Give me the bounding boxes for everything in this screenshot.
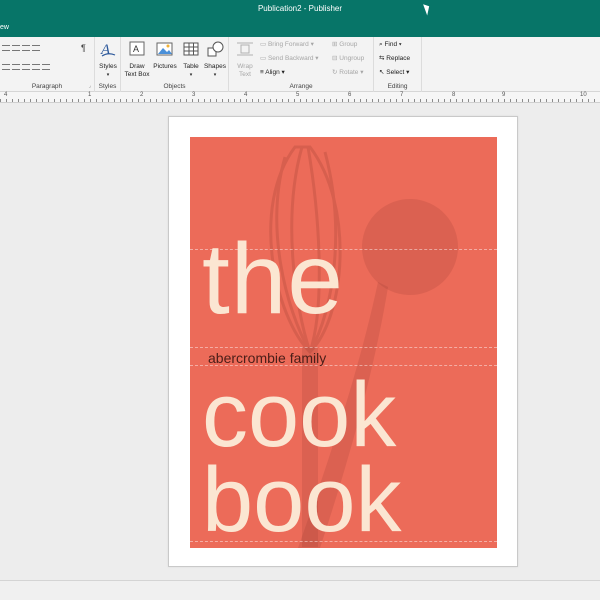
ruler-number: 10 bbox=[580, 92, 587, 98]
ruler-number: 4 bbox=[4, 92, 8, 98]
indent-buttons[interactable] bbox=[2, 45, 42, 53]
send-backward-button[interactable]: ▭ Send Backward ▾ bbox=[260, 55, 319, 63]
arrange-group: Wrap Text ▭ Bring Forward ▾ ▭ Send Backwa… bbox=[229, 37, 374, 92]
ruler-number: 9 bbox=[502, 92, 506, 98]
ribbon-tab-bar: ew bbox=[0, 20, 600, 37]
title-line-the[interactable]: the bbox=[202, 229, 344, 329]
ruler-number: 3 bbox=[192, 92, 196, 98]
wrap-text-icon bbox=[237, 42, 253, 56]
ruler-number: 6 bbox=[348, 92, 352, 98]
svg-text:A: A bbox=[100, 42, 111, 58]
layout-guide bbox=[190, 347, 497, 348]
align-button[interactable]: ≡ Align ▾ bbox=[260, 69, 285, 77]
ruler-number: 1 bbox=[88, 92, 92, 98]
table-button[interactable]: Table ▾ bbox=[180, 40, 202, 79]
title-bar: Publication2 - Publisher bbox=[0, 0, 600, 20]
ungroup-button[interactable]: ⊟ Ungroup bbox=[332, 55, 364, 63]
publication-page[interactable]: the abercrombie family cook book bbox=[168, 116, 518, 567]
editing-group-label: Editing bbox=[387, 83, 408, 90]
find-button[interactable]: ⌕ Find ▾ bbox=[379, 41, 402, 49]
styles-group-label: Styles bbox=[98, 83, 117, 90]
select-button[interactable]: ↖ Select ▾ bbox=[379, 69, 409, 77]
paragraph-group-label: Paragraph bbox=[31, 83, 63, 90]
paragraph-expand-icon[interactable]: ⌟ bbox=[89, 83, 91, 89]
status-bar bbox=[0, 580, 600, 600]
styles-group: A Styles ▾ Styles bbox=[95, 37, 121, 92]
wrap-text-button[interactable]: Wrap Text bbox=[233, 40, 257, 79]
ruler-number: 5 bbox=[296, 92, 300, 98]
editing-group: ⌕ Find ▾ ⇆ Replace ↖ Select ▾ Editing bbox=[374, 37, 422, 92]
table-icon bbox=[183, 42, 199, 56]
objects-group: A Draw Text Box Pictures Table ▾ Shapes … bbox=[121, 37, 229, 92]
draw-text-box-button[interactable]: A Draw Text Box bbox=[124, 40, 150, 79]
select-icon: ↖ bbox=[379, 69, 385, 76]
ruler-number: 4 bbox=[244, 92, 248, 98]
ruler-number: 8 bbox=[452, 92, 456, 98]
title-line-book[interactable]: book bbox=[202, 454, 402, 546]
group-button[interactable]: ⊞ Group bbox=[332, 41, 357, 49]
alignment-buttons[interactable] bbox=[2, 64, 52, 72]
rotate-button[interactable]: ↻ Rotate ▾ bbox=[332, 69, 364, 77]
bring-forward-button[interactable]: ▭ Bring Forward ▾ bbox=[260, 41, 314, 49]
ruler-number: 2 bbox=[140, 92, 144, 98]
styles-button[interactable]: A Styles ▾ bbox=[96, 40, 120, 79]
document-workspace[interactable]: the abercrombie family cook book bbox=[0, 104, 600, 580]
ribbon: ¶ Paragraph ⌟ A Styles ▾ Styles A Draw Tex… bbox=[0, 37, 600, 92]
svg-text:A: A bbox=[133, 44, 139, 54]
horizontal-ruler[interactable]: 4 1 2 3 4 5 6 7 8 9 10 bbox=[0, 92, 600, 103]
window-title: Publication2 - Publisher bbox=[257, 4, 343, 13]
styles-icon: A bbox=[100, 42, 116, 58]
pilcrow-icon[interactable]: ¶ bbox=[81, 44, 86, 53]
objects-group-label: Objects bbox=[163, 83, 186, 90]
text-box-icon: A bbox=[129, 41, 145, 56]
shapes-icon bbox=[207, 41, 224, 57]
arrange-group-label: Arrange bbox=[289, 83, 313, 90]
replace-button[interactable]: ⇆ Replace bbox=[379, 55, 410, 63]
cover-design[interactable]: the abercrombie family cook book bbox=[190, 137, 497, 548]
ruler-number: 7 bbox=[400, 92, 404, 98]
pictures-icon bbox=[156, 42, 173, 56]
find-icon: ⌕ bbox=[379, 41, 383, 48]
shapes-button[interactable]: Shapes ▾ bbox=[203, 40, 227, 79]
title-line-cook[interactable]: cook bbox=[202, 369, 396, 461]
pictures-button[interactable]: Pictures bbox=[151, 40, 179, 71]
paragraph-group: ¶ Paragraph ⌟ bbox=[0, 37, 95, 92]
tab-view[interactable]: ew bbox=[0, 24, 9, 31]
